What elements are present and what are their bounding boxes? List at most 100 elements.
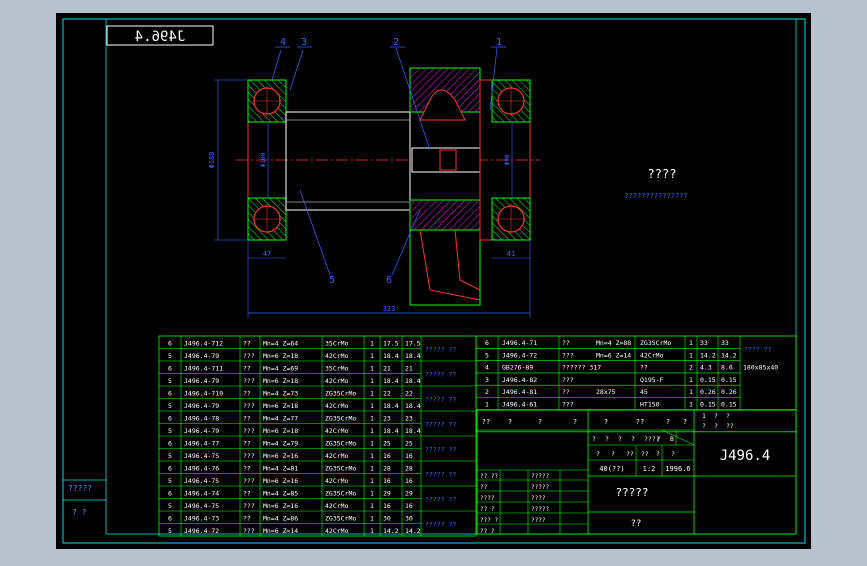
table-cell: 6 xyxy=(168,340,172,348)
gear-hub-bottom xyxy=(409,199,481,231)
table-cell: 45 xyxy=(640,388,648,396)
header-cell: ?? xyxy=(636,418,644,426)
dim-height-mid: Φ100 xyxy=(260,152,267,167)
table-cell: 18.4 xyxy=(405,427,421,435)
tb-sig-name: ????? xyxy=(531,506,549,513)
table-cell: J496.4-712 xyxy=(184,340,223,348)
tb-sig-name: ????? xyxy=(531,473,549,480)
table-group-label: ????? ?? xyxy=(425,446,456,454)
table-cell: 1 xyxy=(370,352,374,360)
table-cell: 29 xyxy=(383,490,391,498)
table-cell: 18.4 xyxy=(405,377,421,385)
dim-left-width: 47 xyxy=(263,250,271,258)
table-cell: Mn=6 Z=18 xyxy=(263,352,298,360)
table-cell: 16 xyxy=(383,502,391,510)
table-cell: 33 xyxy=(721,339,729,347)
table-cell: ZG35CrMo xyxy=(325,440,356,448)
table-cell: ?? xyxy=(243,340,251,348)
table-cell: ?? xyxy=(243,415,251,423)
left-margin-label-2: ? ? xyxy=(72,508,87,517)
tb-cell: B xyxy=(670,435,674,443)
table-cell: 5 xyxy=(485,351,489,359)
table-cell: ZG35CrMo xyxy=(325,415,356,423)
table-cell: 4 xyxy=(485,364,489,372)
table-cell: J496.4-72 xyxy=(502,351,537,359)
table-cell: 2 xyxy=(689,364,693,372)
table-cell: 16 xyxy=(405,477,413,485)
table-group-label: ????? ?? xyxy=(425,396,456,404)
table-cell: ??? xyxy=(243,502,255,510)
table-cell: ??? xyxy=(243,402,255,410)
table-cell: ?? xyxy=(243,490,251,498)
dim-height-left: Φ180 xyxy=(208,152,216,169)
table-cell: 6 xyxy=(168,365,172,373)
table-cell: J496.4-61 xyxy=(502,401,537,409)
table-cell: Mn=4 Z=73 xyxy=(263,390,298,398)
table-cell: Mn=6 Z=16 xyxy=(263,502,298,510)
table-cell: Mn=6 Z=16 xyxy=(263,477,298,485)
tb-cell: ?? xyxy=(626,450,634,458)
table-cell: 16 xyxy=(405,502,413,510)
header-cell: ? xyxy=(714,422,718,430)
table-cell: 22 xyxy=(405,390,413,398)
table-cell: Mn=4 Z=81 xyxy=(263,465,298,473)
table-cell: 1 xyxy=(689,351,693,359)
table-cell: 6 xyxy=(485,339,489,347)
table-cell: ?? xyxy=(562,388,570,396)
table-cell: 2 xyxy=(485,388,489,396)
table-cell: J496.4-77 xyxy=(184,440,219,448)
table-cell: 1 xyxy=(370,502,374,510)
table-cell: 3 xyxy=(485,376,489,384)
table-cell: 21 xyxy=(383,365,391,373)
table-cell: 5 xyxy=(168,427,172,435)
table-cell: 30 xyxy=(405,515,413,523)
balloon-1: 1 xyxy=(496,37,502,48)
table-cell: 0.15 xyxy=(721,401,737,409)
table-cell: 6 xyxy=(168,465,172,473)
table-cell: ZG35CrMo xyxy=(640,339,671,347)
table-cell: J496.4-76 xyxy=(184,465,219,473)
table-cell: ZG35CrMo xyxy=(325,515,356,523)
table-cell: 42CrMo xyxy=(640,351,664,359)
table-cell: 8.6 xyxy=(721,364,733,372)
table-cell: 28 xyxy=(383,465,391,473)
table-cell: 23 xyxy=(405,415,413,423)
table-cell: 16 xyxy=(405,452,413,460)
table-cell: ??? xyxy=(243,377,255,385)
table-cell: 22 xyxy=(383,390,391,398)
table-cell: 1 xyxy=(370,377,374,385)
table-cell: 18.4 xyxy=(383,377,399,385)
table-cell: J496.4-72 xyxy=(184,527,219,535)
tb-cell: ? xyxy=(618,435,622,443)
table-cell: J496.4-710 xyxy=(184,390,223,398)
dim-overall-length: 323 xyxy=(383,305,396,313)
header-cell: ? xyxy=(683,418,687,426)
table-cell: 0.26 xyxy=(721,388,737,396)
table-cell: J496.4-82 xyxy=(502,376,537,384)
table-cell: 0.26 xyxy=(700,388,716,396)
table-group-label: ????? ?? xyxy=(425,521,456,529)
table-cell: Mn=4 Z=64 xyxy=(263,340,298,348)
header-cell: ? xyxy=(538,418,542,426)
table-cell: 5 xyxy=(168,452,172,460)
table-cell: 1 xyxy=(370,477,374,485)
balloon-6: 6 xyxy=(386,275,392,286)
header-cell: ? xyxy=(604,418,608,426)
table-cell: 17.5 xyxy=(383,340,399,348)
header-cell: ? xyxy=(666,418,670,426)
table-cell: 1 xyxy=(370,340,374,348)
left-margin-label: ????? xyxy=(68,484,92,493)
table-cell: Mn=6 Z=14 xyxy=(596,351,631,359)
table-cell: ??? xyxy=(243,352,255,360)
header-cell: ? xyxy=(573,418,577,426)
table-group-label: ????? ?? xyxy=(425,471,456,479)
table-cell: ??? xyxy=(243,427,255,435)
table-cell: 14.2 xyxy=(700,351,716,359)
table-cell: 18.4 xyxy=(383,352,399,360)
table-cell: 42CrMo xyxy=(325,427,349,435)
table-cell: 6 xyxy=(168,515,172,523)
table-cell: 29 xyxy=(405,490,413,498)
header-cell: ? xyxy=(726,412,730,420)
table-cell: ZG35CrMo xyxy=(325,390,356,398)
table-cell: Mn=4 Z=77 xyxy=(263,415,298,423)
